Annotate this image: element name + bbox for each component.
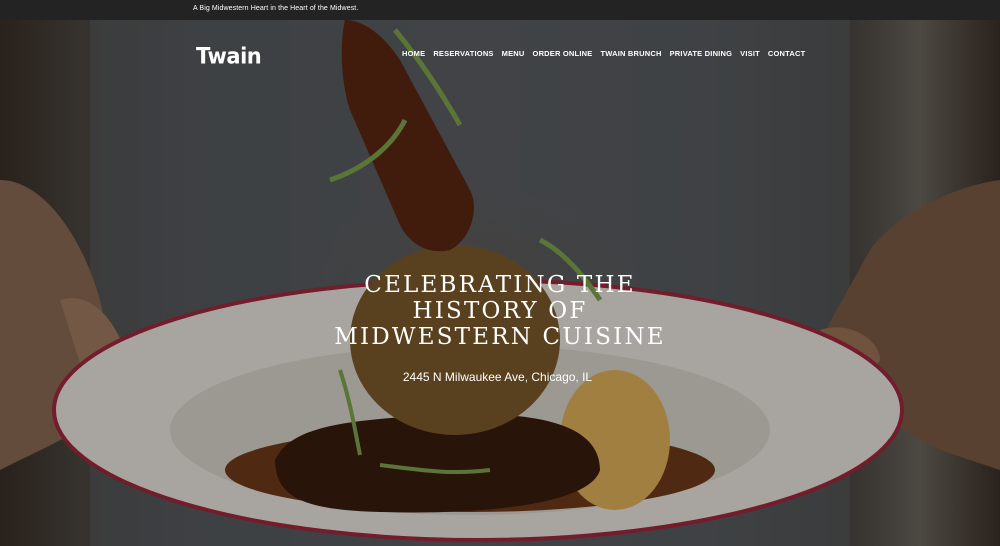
nav-home[interactable]: HOME	[402, 49, 425, 58]
nav-order-online[interactable]: ORDER ONLINE	[533, 49, 593, 58]
main-nav: HOME RESERVATIONS MENU ORDER ONLINE TWAI…	[402, 49, 813, 58]
restaurant-address: 2445 N Milwaukee Ave, Chicago, IL	[402, 370, 593, 384]
headline-line-1: CELEBRATING THE	[364, 272, 636, 298]
nav-reservations[interactable]: RESERVATIONS	[433, 49, 493, 58]
headline-line-3: MIDWESTERN CUISINE	[334, 324, 666, 350]
tagline: A Big Midwestern Heart in the Heart of t…	[193, 5, 359, 12]
nav-private-dining[interactable]: PRIVATE DINING	[670, 49, 733, 58]
nav-twain-brunch[interactable]: TWAIN BRUNCH	[600, 49, 661, 58]
hero-headline: CELEBRATING THE HISTORY OF MIDWESTERN CU…	[300, 272, 700, 350]
announcement-bar: A Big Midwestern Heart in the Heart of t…	[0, 0, 1000, 20]
nav-visit[interactable]: VISIT	[740, 49, 760, 58]
nav-contact[interactable]: CONTACT	[768, 49, 806, 58]
headline-line-2: HISTORY OF	[412, 298, 588, 324]
nav-menu[interactable]: MENU	[502, 49, 525, 58]
twain-logo[interactable]: Twain	[196, 43, 262, 68]
